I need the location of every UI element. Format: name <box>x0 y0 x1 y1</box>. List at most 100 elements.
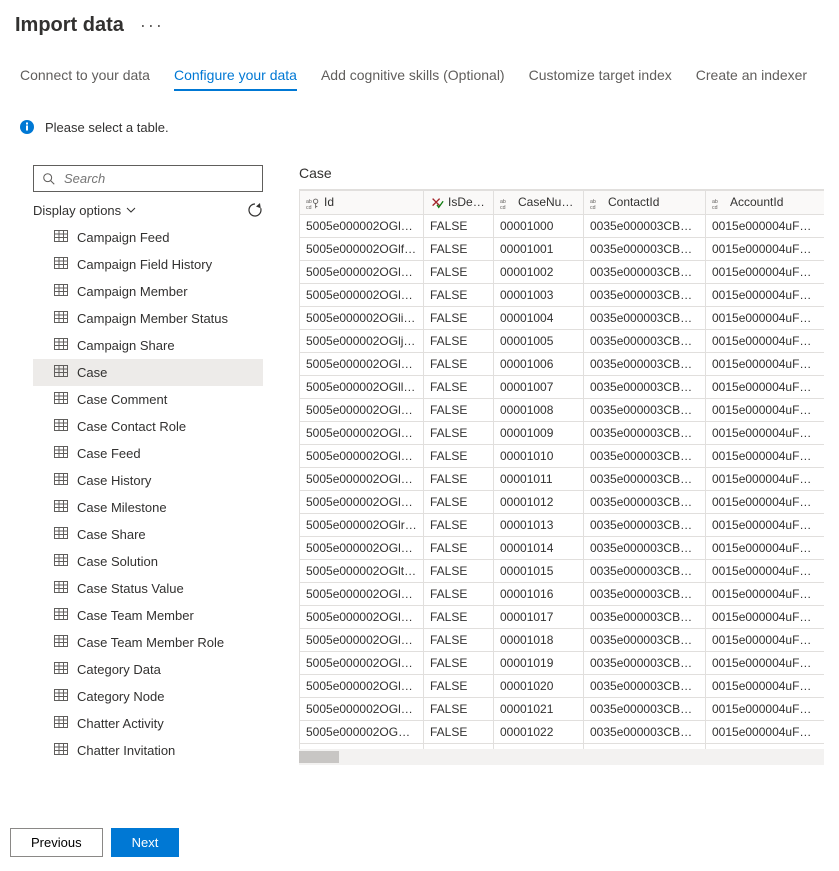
tree-item[interactable]: Case Feed <box>33 440 263 467</box>
tree-item[interactable]: Campaign Feed <box>33 224 263 251</box>
table-row[interactable]: 5005e000002OGlxAAGFALSE000010190035e0000… <box>300 651 825 674</box>
search-input[interactable] <box>62 170 254 187</box>
table-row[interactable]: 5005e000002OGlpAAGFALSE000010110035e0000… <box>300 467 825 490</box>
tree-item[interactable]: Chatter Invitation <box>33 737 263 764</box>
table-cell: 5005e000002OGltAAG <box>300 559 424 582</box>
table-row[interactable]: 5005e000002OGlhAAGFALSE000010030035e0000… <box>300 283 825 306</box>
table-row[interactable]: 5005e000002OGlmAAGFALSE000010080035e0000… <box>300 398 825 421</box>
table-cell: 0035e000003CBDSAA4 <box>584 651 706 674</box>
table-cell: 0015e000004uFMSAA2 <box>706 283 825 306</box>
table-cell: 0015e000004uFMRAA2 <box>706 697 825 720</box>
table-cell: FALSE <box>424 490 494 513</box>
column-header[interactable]: abcdAccountId <box>706 191 825 215</box>
table-cell: FALSE <box>424 605 494 628</box>
table-row[interactable]: 5005e000002OGljAAGFALSE000010050035e0000… <box>300 329 825 352</box>
table-cell: 5005e000002OGlxAAG <box>300 651 424 674</box>
tree-item[interactable]: Campaign Member <box>33 278 263 305</box>
tree-item[interactable]: Case Milestone <box>33 494 263 521</box>
table-row[interactable]: 5005e000002OGlqAAGFALSE000010120035e0000… <box>300 490 825 513</box>
table-cell: 0035e000003CBDVAA4 <box>584 375 706 398</box>
search-icon <box>42 172 56 186</box>
table-tree[interactable]: Campaign FeedCampaign Field HistoryCampa… <box>33 224 263 765</box>
tree-item[interactable]: Case Team Member Role <box>33 629 263 656</box>
table-row[interactable]: 5005e000002OGlnAAGFALSE000010090035e0000… <box>300 421 825 444</box>
table-row[interactable]: 5005e000002OGleAAGFALSE000010000035e0000… <box>300 214 825 237</box>
table-row[interactable]: 5005e000002OGllAAGFALSE000010070035e0000… <box>300 375 825 398</box>
table-row[interactable]: 5005e000002OGloAAGFALSE000010100035e0000… <box>300 444 825 467</box>
table-cell: 0015e000004uFMTAA2 <box>706 490 825 513</box>
tree-item[interactable]: Case Comment <box>33 386 263 413</box>
tree-item[interactable]: Category Node <box>33 683 263 710</box>
table-cell: 00001000 <box>494 214 584 237</box>
column-header[interactable]: abcdId <box>300 191 424 215</box>
table-row[interactable]: 5005e000002OGm0A...FALSE000010220035e000… <box>300 720 825 743</box>
tree-item[interactable]: Campaign Share <box>33 332 263 359</box>
table-row[interactable]: 5005e000002OGliAAGFALSE000010040035e0000… <box>300 306 825 329</box>
refresh-icon[interactable] <box>247 202 263 218</box>
table-cell: 5005e000002OGliAAG <box>300 306 424 329</box>
column-header[interactable]: abcdContactId <box>584 191 706 215</box>
previous-button[interactable]: Previous <box>10 828 103 857</box>
table-cell: FALSE <box>424 260 494 283</box>
tree-item[interactable]: Case <box>33 359 263 386</box>
tree-item[interactable]: Case Contact Role <box>33 413 263 440</box>
table-row[interactable]: 5005e000002OGlsAAGFALSE000010140035e0000… <box>300 536 825 559</box>
table-cell: 00001018 <box>494 628 584 651</box>
tree-item[interactable]: Case Team Member <box>33 602 263 629</box>
tree-item[interactable]: Category Data <box>33 656 263 683</box>
table-icon <box>53 228 69 247</box>
svg-text:cd: cd <box>500 205 506 210</box>
tab-step-0[interactable]: Connect to your data <box>20 67 150 91</box>
horizontal-scrollbar[interactable] <box>299 749 824 765</box>
tree-item[interactable]: Chatter Activity <box>33 710 263 737</box>
table-row[interactable]: 5005e000002OGlkAAGFALSE000010060035e0000… <box>300 352 825 375</box>
svg-text:ab: ab <box>500 199 506 205</box>
tree-item[interactable]: Case Solution <box>33 548 263 575</box>
table-icon <box>53 687 69 706</box>
more-actions-icon[interactable]: ··· <box>140 15 164 36</box>
tree-item-label: Case Comment <box>77 392 167 407</box>
column-header[interactable]: IsDeleted <box>424 191 494 215</box>
tab-step-3[interactable]: Customize target index <box>529 67 672 91</box>
tab-step-4[interactable]: Create an indexer <box>696 67 807 91</box>
table-cell: 00001012 <box>494 490 584 513</box>
table-cell: FALSE <box>424 697 494 720</box>
table-cell: FALSE <box>424 421 494 444</box>
tree-item[interactable]: Campaign Field History <box>33 251 263 278</box>
tab-step-1[interactable]: Configure your data <box>174 67 297 91</box>
table-icon <box>53 444 69 463</box>
table-cell: 5005e000002OGlnAAG <box>300 421 424 444</box>
table-row[interactable]: 5005e000002OGlvAAGFALSE000010170035e0000… <box>300 605 825 628</box>
display-options-dropdown[interactable]: Display options <box>33 203 137 218</box>
search-input-container[interactable] <box>33 165 263 192</box>
column-label: Id <box>324 195 334 209</box>
tree-item[interactable]: Case Status Value <box>33 575 263 602</box>
table-cell: 5005e000002OGlsAAG <box>300 536 424 559</box>
tree-item[interactable]: Client Browser <box>33 764 263 765</box>
column-label: AccountId <box>730 195 783 209</box>
table-cell: 0015e000004uFMNA... <box>706 674 825 697</box>
table-cell: 00001008 <box>494 398 584 421</box>
table-cell: 5005e000002OGlyAAG <box>300 674 424 697</box>
table-row[interactable]: 5005e000002OGlgAAGFALSE000010020035e0000… <box>300 260 825 283</box>
table-row[interactable]: 5005e000002OGlyAAGFALSE000010200035e0000… <box>300 674 825 697</box>
table-row[interactable]: 5005e000002OGlfAAGFALSE000010010035e0000… <box>300 237 825 260</box>
tree-item[interactable]: Case History <box>33 467 263 494</box>
table-row[interactable]: 5005e000002OGlwAAGFALSE000010180035e0000… <box>300 628 825 651</box>
table-row[interactable]: 5005e000002OGltAAGFALSE000010150035e0000… <box>300 559 825 582</box>
next-button[interactable]: Next <box>111 828 180 857</box>
table-row[interactable]: 5005e000002OGlzAAGFALSE000010210035e0000… <box>300 697 825 720</box>
tree-item-label: Category Data <box>77 662 161 677</box>
tab-step-2[interactable]: Add cognitive skills (Optional) <box>321 67 505 91</box>
table-cell: 0035e000003CBDWA... <box>584 513 706 536</box>
table-row[interactable]: 5005e000002OGlrAAGFALSE000010130035e0000… <box>300 513 825 536</box>
tree-item[interactable]: Case Share <box>33 521 263 548</box>
tree-item-label: Campaign Share <box>77 338 175 353</box>
column-label: IsDeleted <box>448 195 494 209</box>
table-icon <box>53 741 69 760</box>
tree-item[interactable]: Campaign Member Status <box>33 305 263 332</box>
tree-item-label: Case Contact Role <box>77 419 186 434</box>
column-label: ContactId <box>608 195 659 209</box>
column-header[interactable]: abcdCaseNumber <box>494 191 584 215</box>
table-row[interactable]: 5005e000002OGluAAGFALSE000010160035e0000… <box>300 582 825 605</box>
